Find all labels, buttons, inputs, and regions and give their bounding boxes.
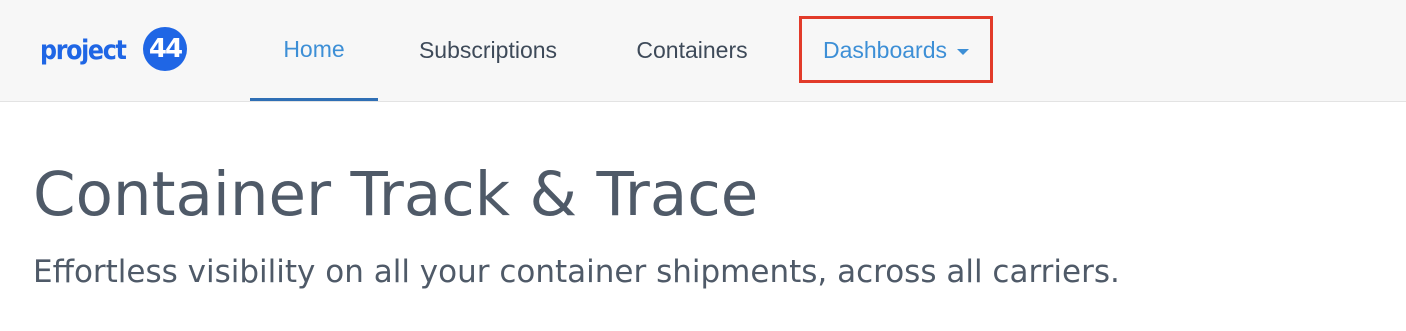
nav-containers-label: Containers: [636, 37, 748, 63]
project44-logo[interactable]: project 44: [40, 27, 187, 73]
page-title: Container Track & Trace: [33, 159, 759, 230]
page-subtitle: Effortless visibility on all your contai…: [33, 254, 1120, 290]
nav-home[interactable]: Home: [250, 0, 378, 101]
nav-subscriptions[interactable]: Subscriptions: [392, 0, 584, 101]
nav-containers[interactable]: Containers: [612, 0, 772, 101]
nav-subscriptions-label: Subscriptions: [418, 37, 558, 63]
logo-badge: 44: [143, 27, 187, 71]
caret-down-icon: [957, 49, 970, 55]
nav-dashboards-dropdown[interactable]: Dashboards: [803, 0, 989, 101]
top-navbar: project 44 Home Subscriptions Containers…: [0, 0, 1406, 102]
nav-dashboards-label: Dashboards: [822, 37, 948, 63]
logo-wordmark: project: [40, 34, 127, 66]
nav-home-label: Home: [283, 35, 345, 62]
